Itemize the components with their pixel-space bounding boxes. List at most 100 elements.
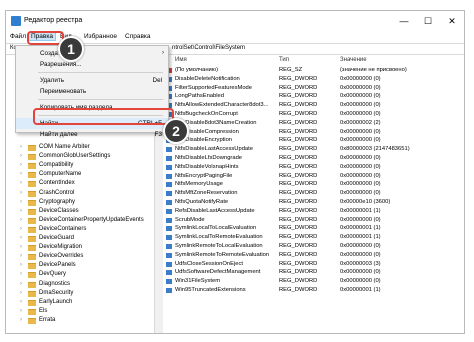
value-row[interactable]: NtfsDisableEncryption REG_DWORD 0x00000000… xyxy=(164,136,464,145)
value-name: DisableDeleteNotification xyxy=(175,75,240,82)
expand-chevron-icon[interactable]: › xyxy=(20,252,22,261)
menu-help[interactable]: Справка xyxy=(123,33,153,40)
value-row[interactable]: LongPathsEnabled REG_DWORD 0x00000000 (0) xyxy=(164,92,464,101)
expand-chevron-icon[interactable]: › xyxy=(20,152,22,161)
value-type: REG_DWORD xyxy=(279,260,318,267)
tree-item[interactable]: › DmaSecurity xyxy=(6,289,154,298)
tree-item[interactable]: › DevQuery xyxy=(6,270,154,279)
value-name: (По умолчанию) xyxy=(175,67,219,73)
expand-chevron-icon[interactable]: › xyxy=(20,161,22,170)
value-row[interactable]: NtfsDisableLfsDowngrade REG_DWORD 0x000000… xyxy=(164,154,464,163)
close-button[interactable]: ✕ xyxy=(440,11,464,31)
value-row[interactable]: RefsDisableLastAccessUpdate REG_DWORD 0x00… xyxy=(164,207,464,216)
expand-chevron-icon[interactable]: › xyxy=(20,198,22,207)
expand-chevron-icon[interactable]: › xyxy=(20,261,22,270)
expand-chevron-icon[interactable]: › xyxy=(20,225,22,234)
value-row[interactable]: UdfsCloseSessionOnEject REG_DWORD 0x000000… xyxy=(164,260,464,269)
expand-chevron-icon[interactable]: › xyxy=(20,289,22,298)
menu-item-9[interactable]: Найти далее F3 xyxy=(16,129,168,140)
value-type: REG_SZ xyxy=(279,67,303,73)
tree-item[interactable]: › DeviceClasses xyxy=(6,207,154,216)
value-row[interactable]: ScrubMode REG_DWORD 0x00000000 (0) xyxy=(164,216,464,225)
menu-item-0[interactable]: Создать › xyxy=(16,48,168,59)
expand-chevron-icon[interactable]: › xyxy=(20,189,22,198)
tree-item[interactable]: › DeviceContainers xyxy=(6,225,154,234)
value-row[interactable]: NtfsBugcheckOnCorrupt REG_DWORD 0x00000000… xyxy=(164,110,464,119)
tree-item[interactable]: › DeviceOverrides xyxy=(6,252,154,261)
value-row[interactable]: NtfsMemoryUsage REG_DWORD 0x00000000 (0) xyxy=(164,180,464,189)
value-row[interactable]: NtfsDisableCompression REG_DWORD 0x0000000… xyxy=(164,128,464,137)
binary-value-icon xyxy=(166,279,172,285)
expand-chevron-icon[interactable]: › xyxy=(20,216,22,225)
tree-item[interactable]: › DevicePanels xyxy=(6,261,154,270)
tree-item[interactable]: › EarlyLaunch xyxy=(6,298,154,307)
expand-chevron-icon[interactable]: › xyxy=(20,270,22,279)
tree-item[interactable]: › CrashControl xyxy=(6,189,154,198)
folder-icon xyxy=(28,281,36,288)
value-row[interactable]: Win95TruncatedExtensions REG_DWORD 0x00000… xyxy=(164,286,464,295)
tree-item[interactable]: › DeviceContainerPropertyUpdateEvents xyxy=(6,216,154,225)
value-row[interactable]: (По умолчанию) REG_SZ (значение не присвое… xyxy=(164,66,464,75)
tree-item[interactable]: › CommonGlobUserSettings xyxy=(6,152,154,161)
value-row[interactable]: NtfsDisable8dot3NameCreation REG_DWORD 0x0… xyxy=(164,119,464,128)
tree-item[interactable]: › ContentIndex xyxy=(6,179,154,188)
value-name: SymlinkRemoteToLocalEvaluation xyxy=(175,243,263,249)
menu-file[interactable]: Файл xyxy=(8,33,28,40)
expand-chevron-icon[interactable]: › xyxy=(20,170,22,179)
value-row[interactable]: UdfsSoftwareDefectManagement REG_DWORD 0x0… xyxy=(164,268,464,277)
value-name: FilterSupportedFeaturesMode xyxy=(175,84,253,91)
value-row[interactable]: NtfsAllowExtendedCharacter8dot3... REG_DW… xyxy=(164,101,464,110)
regedit-app-icon xyxy=(11,16,21,26)
value-row[interactable]: SymlinkRemoteToRemoteEvaluation REG_DWORD… xyxy=(164,251,464,260)
value-row[interactable]: SymlinkLocalToLocalEvaluation REG_DWORD 0x… xyxy=(164,224,464,233)
expand-chevron-icon[interactable]: › xyxy=(20,243,22,252)
value-row[interactable]: NtfsMftZoneReservation REG_DWORD 0x0000000… xyxy=(164,189,464,198)
menu-item-4[interactable]: Переименовать xyxy=(16,86,168,97)
menu-item-1[interactable]: Разрешения... xyxy=(16,59,168,70)
tree-item[interactable]: › ComputerName xyxy=(6,170,154,179)
menu-favorites[interactable]: Избранное xyxy=(82,33,119,40)
expand-chevron-icon[interactable]: › xyxy=(20,298,22,307)
value-row[interactable]: NtfsEncryptPagingFile REG_DWORD 0x00000000… xyxy=(164,172,464,181)
expand-chevron-icon[interactable]: › xyxy=(20,234,22,243)
value-row[interactable]: SymlinkRemoteToLocalEvaluation REG_DWORD 0… xyxy=(164,242,464,251)
tree-item[interactable]: › DeviceGuard xyxy=(6,234,154,243)
expand-chevron-icon[interactable]: › xyxy=(20,143,22,152)
value-value: 0x80000003 (2147483651) xyxy=(340,146,410,153)
value-type: REG_DWORD xyxy=(279,207,318,214)
tree-item[interactable]: › Els xyxy=(6,307,154,316)
menu-item-3[interactable]: Удалить Del xyxy=(16,75,168,86)
binary-value-icon xyxy=(166,182,172,188)
value-row[interactable]: NtfsDisableLastAccessUpdate REG_DWORD 0x80… xyxy=(164,145,464,154)
value-row[interactable]: Win31FileSystem REG_DWORD 0x00000000 (0) xyxy=(164,277,464,286)
value-value: 0x00000000 (0) xyxy=(340,84,381,91)
tree-item[interactable]: › Errata xyxy=(6,316,154,325)
expand-chevron-icon[interactable]: › xyxy=(20,207,22,216)
expand-chevron-icon[interactable]: › xyxy=(20,316,22,325)
tree-item[interactable]: › Compatibility xyxy=(6,161,154,170)
value-value: 0x00000000 (0) xyxy=(340,243,381,249)
value-row[interactable]: NtfsDisableVolsnapHints REG_DWORD 0x000000… xyxy=(164,163,464,172)
expand-chevron-icon[interactable]: › xyxy=(20,179,22,188)
value-row[interactable]: DisableDeleteNotification REG_DWORD 0x0000… xyxy=(164,75,464,84)
value-row[interactable]: SymlinkLocalToRemoteEvaluation REG_DWORD 0… xyxy=(164,233,464,242)
minimize-button[interactable]: — xyxy=(392,11,416,31)
tree-item[interactable]: › DeviceMigration xyxy=(6,243,154,252)
tree-item[interactable]: › COM Name Arbiter xyxy=(6,143,154,152)
address-path: ntrolSet\Control\FileSystem xyxy=(172,45,246,51)
column-name[interactable]: Имя xyxy=(175,55,187,65)
column-value[interactable]: Значение xyxy=(340,55,367,65)
value-type: REG_DWORD xyxy=(279,111,318,117)
expand-chevron-icon[interactable]: › xyxy=(20,280,22,289)
tree-item[interactable]: › Cryptography xyxy=(6,198,154,207)
expand-chevron-icon[interactable]: › xyxy=(20,307,22,316)
value-row[interactable]: FilterSupportedFeaturesMode REG_DWORD 0x00… xyxy=(164,84,464,93)
value-type: REG_DWORD xyxy=(279,181,318,188)
folder-icon xyxy=(28,317,36,324)
maximize-button[interactable]: ☐ xyxy=(416,11,440,31)
value-row[interactable]: NtfsQuotaNotifyRate REG_DWORD 0x00000e10 (… xyxy=(164,198,464,207)
binary-value-icon xyxy=(166,208,172,214)
tree-item-label: Compatibility xyxy=(39,162,74,169)
tree-item[interactable]: › Diagnostics xyxy=(6,280,154,289)
column-type[interactable]: Тип xyxy=(279,55,289,65)
